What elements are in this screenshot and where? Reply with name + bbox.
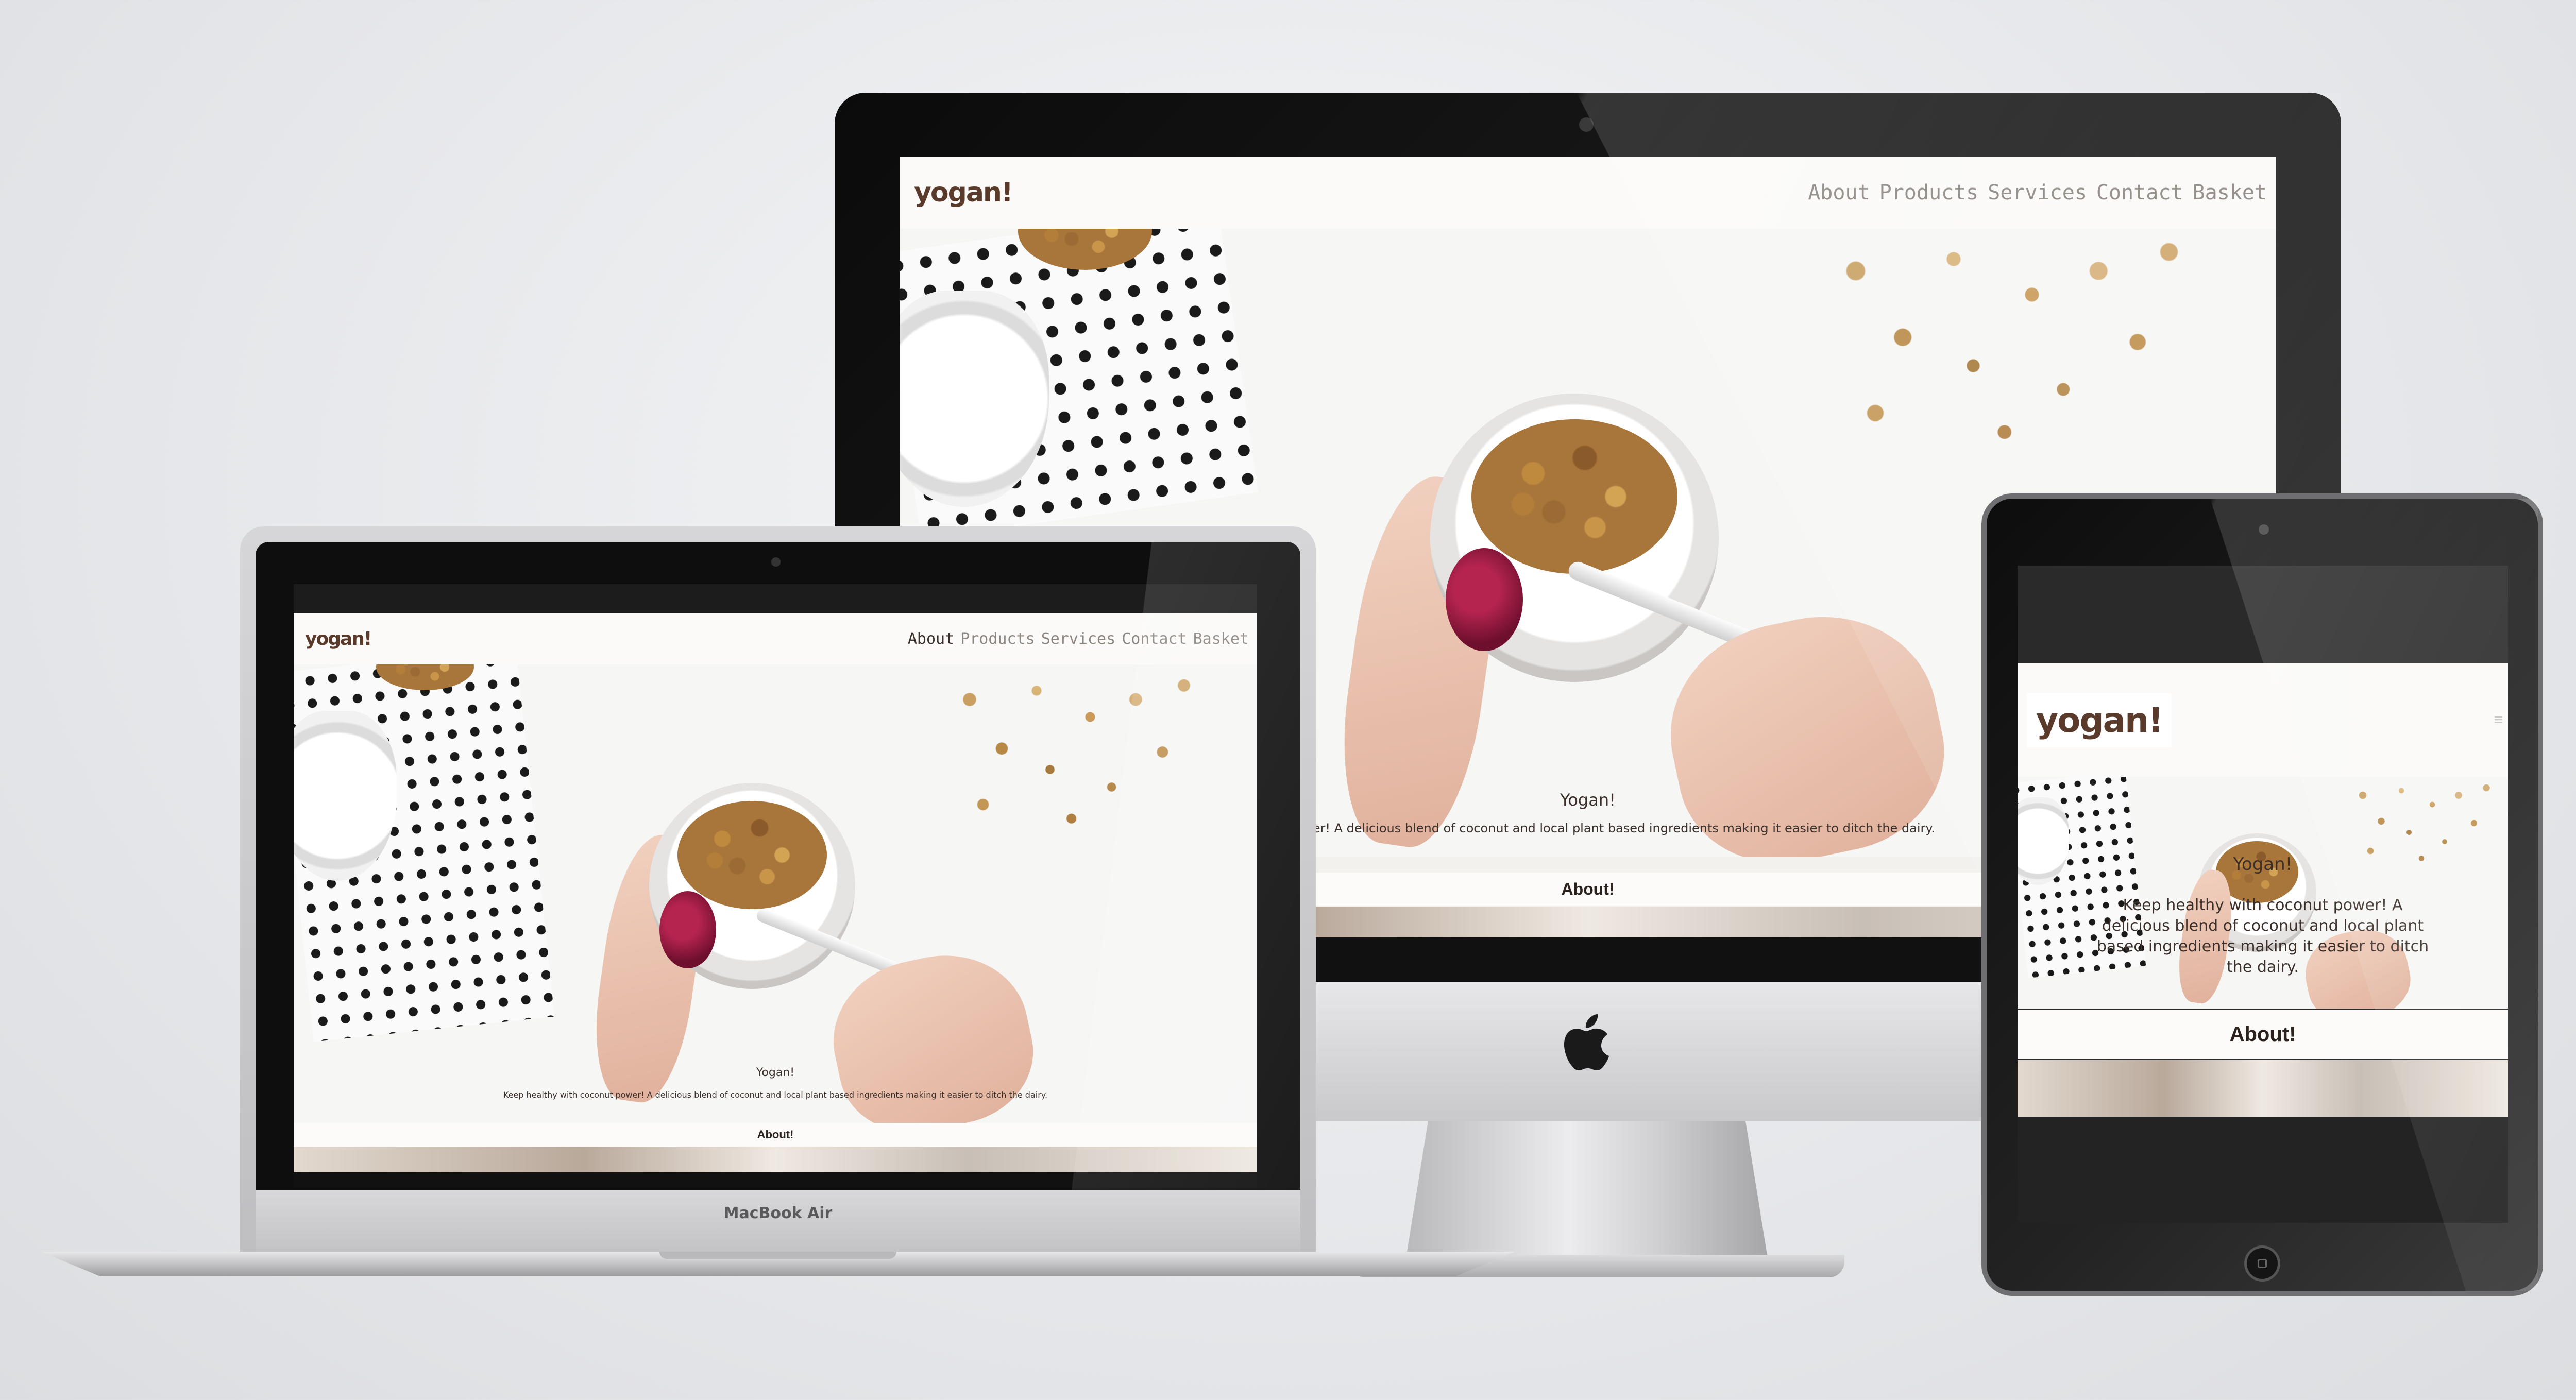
apple-logo-icon — [1561, 1011, 1618, 1078]
tablet-screen-bottom — [2018, 1117, 2508, 1223]
imac-nav-about[interactable]: About — [1808, 181, 1870, 204]
imac-nav-contact[interactable]: Contact — [2096, 181, 2183, 204]
hamburger-menu-icon[interactable]: ≡ — [2494, 711, 2503, 729]
imac-site-header: yogan! About Products Services Contact B… — [900, 157, 2276, 229]
tablet-screen: yogan! ≡ Yogan! Keep healthy with coconu… — [2018, 566, 2508, 1223]
laptop-nav-about[interactable]: About — [908, 630, 954, 648]
imac-hero-berries — [1446, 548, 1523, 651]
laptop-camera — [771, 557, 781, 567]
laptop-screen: yogan! About Products Services Contact B… — [294, 584, 1257, 1188]
laptop-site-header: yogan! About Products Services Contact B… — [294, 613, 1257, 664]
imac-nav: About Products Services Contact Basket — [1808, 181, 2267, 204]
imac-camera — [1579, 117, 1594, 132]
laptop-hero: Yogan! Keep healthy with coconut power! … — [294, 664, 1257, 1123]
imac-hero-bowl-granola — [1471, 419, 1677, 574]
tablet-about-heading[interactable]: About! — [2018, 1010, 2508, 1059]
tablet-about-image — [2018, 1060, 2508, 1117]
laptop-model-label: MacBook Air — [723, 1204, 833, 1222]
tablet-hero-tagline: Keep healthy with coconut power! A delic… — [2096, 896, 2429, 976]
laptop-nav-products[interactable]: Products — [960, 630, 1035, 648]
tablet-camera — [2259, 524, 2269, 535]
laptop-nav-basket[interactable]: Basket — [1193, 630, 1249, 648]
imac-nav-services[interactable]: Services — [1988, 181, 2087, 204]
imac-nav-products[interactable]: Products — [1879, 181, 1979, 204]
imac-hero-hand-right — [1650, 594, 1962, 857]
imac-nav-basket[interactable]: Basket — [2193, 181, 2267, 204]
laptop-logo[interactable]: yogan! — [305, 628, 372, 650]
laptop-about-image — [294, 1147, 1257, 1172]
laptop-nav-contact[interactable]: Contact — [1122, 630, 1187, 648]
tablet-site-header: yogan! ≡ — [2018, 663, 2508, 777]
laptop-base-notch — [659, 1252, 896, 1259]
tablet-logo[interactable]: yogan! — [2027, 693, 2172, 747]
imac-logo[interactable]: yogan! — [914, 177, 1013, 208]
laptop-screen-topbar — [294, 584, 1257, 613]
laptop-hero-bowl-granola — [677, 801, 827, 909]
laptop-hero-title: Yogan! — [756, 1066, 795, 1079]
tablet-hero-title: Yogan! — [2233, 854, 2293, 875]
laptop-about-heading[interactable]: About! — [294, 1123, 1257, 1147]
tablet-home-button[interactable] — [2244, 1245, 2280, 1282]
laptop-nav: About Products Services Contact Basket — [908, 630, 1249, 648]
laptop-screen-bottom — [294, 1172, 1257, 1188]
laptop-hero-tagline: Keep healthy with coconut power! A delic… — [503, 1090, 1048, 1100]
tablet-screen-top — [2018, 566, 2508, 663]
laptop-nav-services[interactable]: Services — [1041, 630, 1116, 648]
imac-stand-neck — [1406, 1121, 1767, 1255]
laptop-hero-berries — [659, 891, 716, 968]
imac-hero-granola-scatter — [1817, 229, 2208, 460]
tablet-hero: Yogan! Keep healthy with coconut power! … — [2018, 777, 2508, 1009]
laptop-hero-granola-scatter — [943, 664, 1211, 840]
